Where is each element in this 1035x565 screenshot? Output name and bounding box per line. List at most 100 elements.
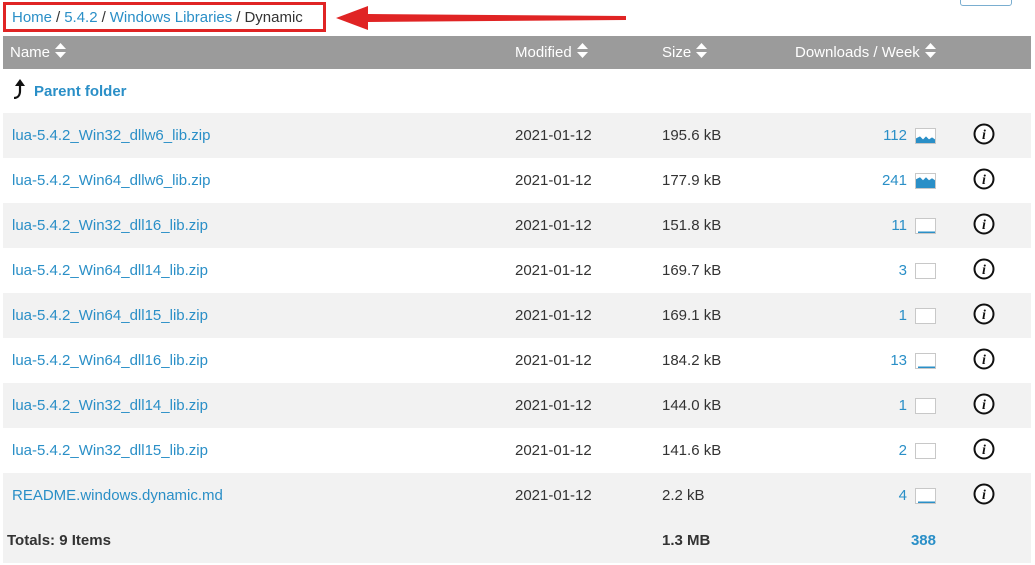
downloads-count-link[interactable]: 3: [899, 262, 907, 279]
breadcrumb-home[interactable]: Home: [12, 9, 52, 26]
sort-icon: [576, 42, 588, 63]
column-header-label: Size: [662, 43, 692, 61]
table-row: lua-5.4.2_Win64_dll15_lib.zip 2021-01-12…: [3, 293, 1032, 338]
downloads-cell: 1: [899, 307, 936, 324]
sparkline-icon[interactable]: [915, 352, 936, 369]
sparkline-icon[interactable]: [915, 262, 936, 279]
svg-text:i: i: [982, 443, 986, 458]
sparkline-icon[interactable]: [915, 307, 936, 324]
svg-text:i: i: [982, 353, 986, 368]
info-icon[interactable]: i: [973, 303, 995, 325]
modified-date: 2021-01-12: [515, 113, 662, 158]
breadcrumb-separator: /: [56, 8, 61, 26]
parent-folder-row[interactable]: Parent folder: [3, 69, 1031, 113]
info-icon[interactable]: i: [973, 348, 995, 370]
downloads-count-link[interactable]: 2: [899, 442, 907, 459]
downloads-count-link[interactable]: 241: [882, 172, 907, 189]
downloads-cell: 11: [891, 217, 936, 234]
breadcrumb: Home / 5.4.2 / Windows Libraries / Dynam…: [3, 2, 326, 32]
sort-icon: [55, 42, 67, 63]
table-row: lua-5.4.2_Win64_dllw6_lib.zip 2021-01-12…: [3, 158, 1031, 203]
file-name-link[interactable]: lua-5.4.2_Win64_dll15_lib.zip: [12, 307, 208, 324]
file-name-link[interactable]: lua-5.4.2_Win32_dllw6_lib.zip: [12, 127, 210, 144]
column-header-name[interactable]: Name: [3, 36, 515, 69]
downloads-count-link[interactable]: 13: [890, 352, 907, 369]
modified-date: 2021-01-12: [515, 473, 662, 518]
file-name-link[interactable]: README.windows.dynamic.md: [12, 487, 223, 504]
sparkline-icon[interactable]: [915, 487, 936, 504]
totals-row: Totals: 9 Items 1.3 MB 388: [3, 518, 1032, 563]
sparkline-icon[interactable]: [915, 127, 936, 144]
modified-date: 2021-01-12: [515, 203, 662, 248]
downloads-cell: 241: [882, 172, 936, 189]
sparkline-icon[interactable]: [915, 397, 936, 414]
sparkline-icon[interactable]: [915, 172, 936, 189]
up-arrow-icon: [12, 79, 26, 103]
sparkline-icon[interactable]: [915, 442, 936, 459]
table-row: lua-5.4.2_Win64_dll14_lib.zip 2021-01-12…: [3, 248, 1031, 293]
modified-date: 2021-01-12: [515, 262, 592, 279]
file-size: 169.7 kB: [662, 262, 722, 279]
downloads-cell: 1: [899, 397, 936, 414]
parent-folder-label: Parent folder: [34, 82, 127, 100]
corner-button[interactable]: [960, 0, 1012, 6]
downloads-count-link[interactable]: 11: [891, 217, 907, 234]
modified-date: 2021-01-12: [515, 293, 662, 338]
file-table: Name Modified Size Downloads / Week Pare…: [3, 36, 1032, 563]
downloads-cell: 13: [890, 352, 936, 369]
column-header-downloads[interactable]: Downloads / Week: [793, 36, 1032, 69]
table-row: lua-5.4.2_Win64_dll16_lib.zip 2021-01-12…: [3, 338, 1031, 383]
sort-icon: [696, 42, 708, 63]
table-row: lua-5.4.2_Win32_dll14_lib.zip 2021-01-12…: [3, 383, 1032, 428]
downloads-cell: 4: [899, 487, 936, 504]
downloads-cell: 2: [899, 442, 936, 459]
file-size: 177.9 kB: [662, 172, 722, 189]
svg-text:i: i: [982, 398, 986, 413]
info-icon[interactable]: i: [973, 213, 995, 235]
file-size: 184.2 kB: [662, 352, 722, 369]
modified-date: 2021-01-12: [515, 172, 592, 189]
file-name-link[interactable]: lua-5.4.2_Win32_dll16_lib.zip: [12, 217, 208, 234]
column-header-size[interactable]: Size: [662, 36, 793, 69]
info-icon[interactable]: i: [973, 258, 995, 280]
file-name-link[interactable]: lua-5.4.2_Win64_dll16_lib.zip: [12, 352, 208, 369]
breadcrumb-version[interactable]: 5.4.2: [64, 9, 97, 26]
parent-folder-link[interactable]: Parent folder: [12, 79, 127, 103]
breadcrumb-windows-libraries[interactable]: Windows Libraries: [110, 9, 233, 26]
downloads-count-link[interactable]: 1: [899, 397, 907, 414]
svg-text:i: i: [982, 218, 986, 233]
downloads-cell: 3: [899, 262, 936, 279]
downloads-count-link[interactable]: 1: [899, 307, 907, 324]
sparkline-icon[interactable]: [915, 217, 936, 234]
file-name-link[interactable]: lua-5.4.2_Win32_dll15_lib.zip: [12, 442, 208, 459]
column-header-label: Downloads / Week: [795, 43, 920, 61]
table-header-row: Name Modified Size Downloads / Week: [3, 36, 1032, 69]
downloads-count-link[interactable]: 4: [899, 487, 907, 504]
info-icon[interactable]: i: [973, 438, 995, 460]
modified-date: 2021-01-12: [515, 383, 662, 428]
svg-text:i: i: [982, 488, 986, 503]
column-header-modified[interactable]: Modified: [515, 36, 662, 69]
totals-downloads: 388: [793, 518, 936, 563]
downloads-cell: 112: [883, 127, 936, 144]
downloads-count-link[interactable]: 112: [883, 127, 907, 144]
file-size: 169.1 kB: [662, 293, 793, 338]
info-icon[interactable]: i: [973, 483, 995, 505]
modified-date: 2021-01-12: [515, 352, 592, 369]
table-row: lua-5.4.2_Win32_dll16_lib.zip 2021-01-12…: [3, 203, 1032, 248]
file-name-link[interactable]: lua-5.4.2_Win32_dll14_lib.zip: [12, 397, 208, 414]
file-size: 144.0 kB: [662, 383, 793, 428]
info-icon[interactable]: i: [973, 123, 995, 145]
svg-text:i: i: [982, 173, 986, 188]
table-row: lua-5.4.2_Win32_dll15_lib.zip 2021-01-12…: [3, 428, 1031, 473]
column-header-label: Modified: [515, 43, 572, 61]
totals-label: Totals: 9 Items: [3, 518, 515, 563]
svg-text:i: i: [982, 308, 986, 323]
file-name-link[interactable]: lua-5.4.2_Win64_dll14_lib.zip: [12, 262, 208, 279]
info-icon[interactable]: i: [973, 168, 995, 190]
table-row: lua-5.4.2_Win32_dllw6_lib.zip 2021-01-12…: [3, 113, 1032, 158]
svg-text:i: i: [982, 128, 986, 143]
file-name-link[interactable]: lua-5.4.2_Win64_dllw6_lib.zip: [12, 172, 210, 189]
totals-size: 1.3 MB: [662, 518, 793, 563]
info-icon[interactable]: i: [973, 393, 995, 415]
